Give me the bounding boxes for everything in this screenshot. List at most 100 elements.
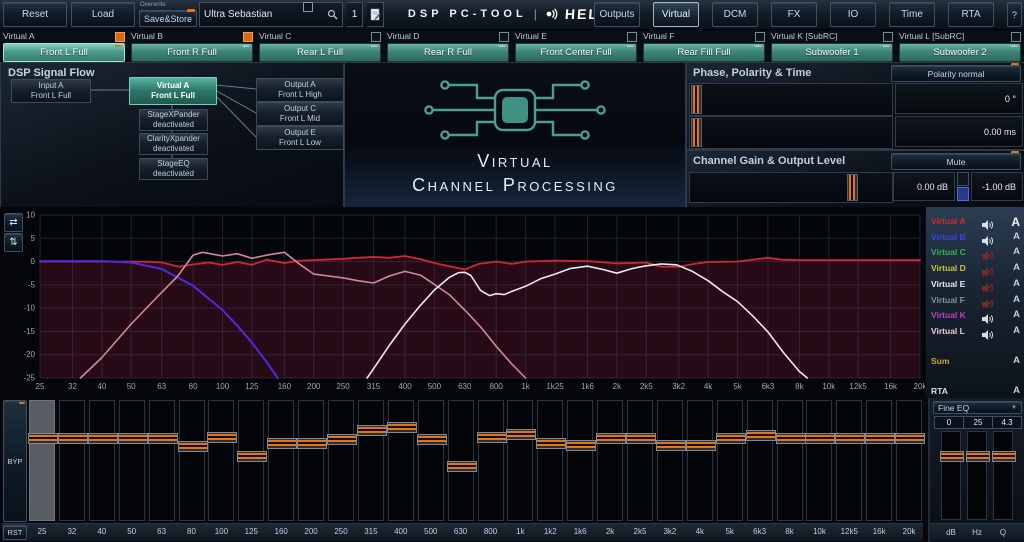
flow-clarityxpander-box[interactable]: ClarityXpander deactivated bbox=[139, 133, 208, 155]
fine-eq-q-slider[interactable] bbox=[993, 431, 1013, 520]
legend-channel-label[interactable]: Virtual D bbox=[931, 263, 966, 273]
legend-channel-label[interactable]: Virtual E bbox=[931, 279, 965, 289]
channel-button-front-center-full[interactable]: Front Center Full bbox=[515, 43, 637, 62]
tab-virtual-d[interactable]: Virtual D bbox=[384, 30, 512, 42]
eq-band-track-1k6[interactable] bbox=[567, 400, 593, 521]
flow-output-e-box[interactable]: Output E Front L Low bbox=[256, 126, 344, 150]
delay-slider[interactable] bbox=[689, 116, 893, 149]
eq-band-handle-125[interactable] bbox=[237, 451, 267, 462]
eq-band-handle-3k2[interactable] bbox=[656, 440, 686, 451]
eq-band-handle-50[interactable] bbox=[118, 433, 148, 444]
eq-band-handle-63[interactable] bbox=[148, 433, 178, 444]
eq-band-track-500[interactable] bbox=[418, 400, 444, 521]
eq-band-track-1k2[interactable] bbox=[537, 400, 563, 521]
eq-band-track-160[interactable] bbox=[268, 400, 294, 521]
eq-band-handle-800[interactable] bbox=[477, 432, 507, 443]
eq-band-track-20k[interactable] bbox=[896, 400, 922, 521]
legend-speaker-toggle[interactable] bbox=[982, 311, 994, 321]
eq-band-handle-16k[interactable] bbox=[865, 433, 895, 444]
nav-button-rta[interactable]: RTA bbox=[948, 2, 994, 27]
eq-band-handle-6k3[interactable] bbox=[746, 430, 776, 441]
fine-eq-q-value[interactable]: 4.3 bbox=[993, 417, 1021, 428]
nav-button-virtual[interactable]: Virtual bbox=[653, 2, 699, 27]
link-indicator-off[interactable] bbox=[371, 32, 381, 42]
legend-speaker-toggle[interactable] bbox=[982, 233, 994, 243]
phase-slider-handle[interactable] bbox=[691, 85, 702, 114]
legend-speaker-toggle[interactable] bbox=[982, 264, 994, 274]
gain-link-indicator-bottom[interactable] bbox=[957, 187, 969, 201]
legend-link-group[interactable]: A bbox=[1013, 309, 1020, 320]
eq-band-track-100[interactable] bbox=[208, 400, 234, 521]
eq-band-track-2k[interactable] bbox=[597, 400, 623, 521]
eq-band-handle-160[interactable] bbox=[267, 438, 297, 449]
link-indicator-off[interactable] bbox=[1011, 32, 1021, 42]
eq-band-handle-4k[interactable] bbox=[686, 440, 716, 451]
eq-band-handle-10k[interactable] bbox=[805, 433, 835, 444]
eq-band-handle-200[interactable] bbox=[297, 438, 327, 449]
tab-virtual-a[interactable]: Virtual A bbox=[0, 30, 128, 42]
flow-virtual-box[interactable]: Virtual A Front L Full bbox=[129, 77, 217, 105]
legend-link-group[interactable]: A bbox=[1013, 385, 1020, 396]
legend-speaker-toggle[interactable] bbox=[982, 280, 994, 290]
eq-band-handle-315[interactable] bbox=[357, 425, 387, 436]
device-number[interactable]: 1 bbox=[347, 2, 363, 27]
legend-link-group[interactable]: A bbox=[1013, 231, 1020, 242]
legend-link-group[interactable]: A bbox=[1013, 246, 1020, 257]
legend-speaker-toggle[interactable] bbox=[982, 217, 994, 227]
link-indicator-on[interactable] bbox=[115, 32, 125, 42]
legend-row-virtual-f[interactable]: Virtual F A bbox=[926, 294, 1024, 308]
flow-input-box[interactable]: Input A Front L Full bbox=[11, 79, 91, 103]
channel-button-rear-l-full[interactable]: Rear L Full bbox=[259, 43, 381, 62]
eq-band-handle-2k5[interactable] bbox=[626, 433, 656, 444]
tab-virtual-e[interactable]: Virtual E bbox=[512, 30, 640, 42]
nav-button-dcm[interactable]: DCM bbox=[712, 2, 758, 27]
eq-band-handle-630[interactable] bbox=[447, 461, 477, 472]
response-graph[interactable]: 1050-5-10-15-20-252532405063801001251602… bbox=[0, 207, 925, 398]
help-button[interactable]: ? bbox=[1007, 2, 1022, 27]
legend-row-virtual-l[interactable]: Virtual L A bbox=[926, 325, 1024, 339]
eq-band-track-200[interactable] bbox=[298, 400, 324, 521]
eq-bypass-button[interactable]: BYP bbox=[3, 400, 27, 522]
eq-band-handle-5k[interactable] bbox=[716, 433, 746, 444]
eq-band-handle-500[interactable] bbox=[417, 434, 447, 445]
tab-virtual-l-subrc-[interactable]: Virtual L [SubRC] bbox=[896, 30, 1024, 42]
legend-speaker-toggle[interactable] bbox=[982, 327, 994, 337]
delay-value[interactable]: 0.00 ms bbox=[895, 116, 1023, 147]
nav-button-time[interactable]: Time bbox=[889, 2, 935, 27]
legend-row-virtual-a[interactable]: Virtual A A bbox=[926, 215, 1024, 229]
mute-button[interactable]: Mute bbox=[891, 153, 1021, 170]
eq-band-track-400[interactable] bbox=[388, 400, 414, 521]
nav-button-io[interactable]: IO bbox=[830, 2, 876, 27]
legend-row-sum[interactable]: SumA bbox=[926, 355, 1024, 369]
eq-band-track-50[interactable] bbox=[119, 400, 145, 521]
eq-band-track-12k5[interactable] bbox=[836, 400, 862, 521]
fine-eq-q-handle[interactable] bbox=[992, 451, 1016, 462]
legend-channel-label[interactable]: Virtual F bbox=[931, 295, 965, 305]
edit-document-button[interactable] bbox=[367, 2, 384, 27]
tab-virtual-b[interactable]: Virtual B bbox=[128, 30, 256, 42]
legend-channel-label[interactable]: Virtual C bbox=[931, 247, 966, 257]
fine-eq-selector[interactable]: Fine EQ ▼ bbox=[933, 401, 1022, 414]
channel-button-subwoofer-1[interactable]: Subwoofer 1 bbox=[771, 43, 893, 62]
eq-band-handle-400[interactable] bbox=[387, 422, 417, 433]
gain-slider[interactable] bbox=[689, 172, 893, 203]
eq-band-handle-40[interactable] bbox=[88, 433, 118, 444]
polarity-button[interactable]: Polarity normal bbox=[891, 65, 1021, 82]
link-indicator-off[interactable] bbox=[627, 32, 637, 42]
eq-band-track-800[interactable] bbox=[478, 400, 504, 521]
legend-channel-label[interactable]: Virtual L bbox=[931, 326, 965, 336]
legend-channel-label[interactable]: RTA bbox=[931, 386, 948, 396]
link-indicator-on[interactable] bbox=[243, 32, 253, 42]
channel-button-front-r-full[interactable]: Front R Full bbox=[131, 43, 253, 62]
eq-band-track-2k5[interactable] bbox=[627, 400, 653, 521]
fine-eq-db-handle[interactable] bbox=[940, 451, 964, 462]
flow-output-a-box[interactable]: Output A Front L High bbox=[256, 78, 344, 102]
save-store-button[interactable]: Save&Store bbox=[139, 10, 197, 27]
reset-button[interactable]: Reset bbox=[3, 2, 67, 27]
eq-reset-button[interactable]: RST bbox=[3, 525, 27, 540]
fine-eq-hz-handle[interactable] bbox=[966, 451, 990, 462]
legend-link-group[interactable]: A bbox=[1013, 355, 1020, 366]
channel-button-rear-r-full[interactable]: Rear R Full bbox=[387, 43, 509, 62]
eq-band-track-6k3[interactable] bbox=[747, 400, 773, 521]
legend-row-virtual-k[interactable]: Virtual K A bbox=[926, 309, 1024, 323]
